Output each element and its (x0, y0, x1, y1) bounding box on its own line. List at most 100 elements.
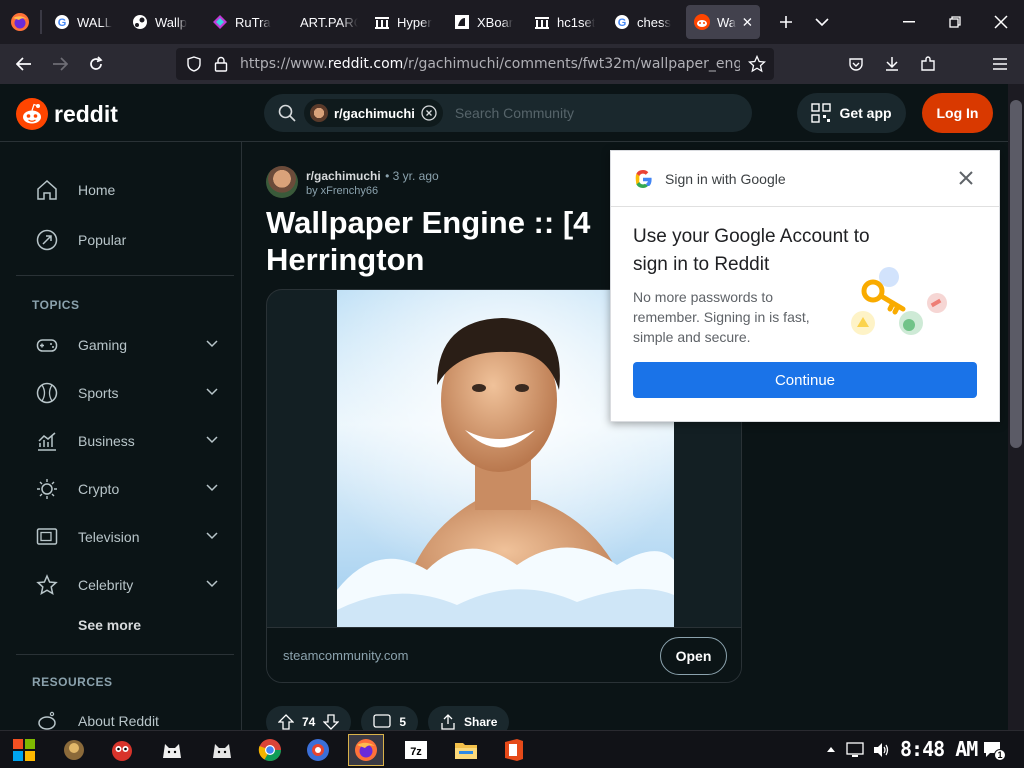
list-tabs-button[interactable] (804, 6, 840, 38)
steam-icon (133, 15, 147, 29)
library-icon (535, 17, 549, 29)
sidebar-divider (16, 654, 234, 655)
svg-text:G: G (58, 17, 67, 29)
home-icon (37, 179, 57, 200)
chevron-down-icon[interactable] (206, 388, 218, 396)
chevron-down-icon[interactable] (206, 436, 218, 444)
taskbar-app-firefox[interactable] (348, 734, 384, 766)
upvote-icon[interactable] (278, 714, 294, 730)
library-icon (375, 17, 389, 29)
reddit-icon (694, 14, 710, 30)
back-button[interactable] (6, 48, 42, 80)
volume-icon[interactable] (872, 741, 890, 759)
network-icon[interactable] (846, 741, 864, 759)
sidebar-item-home[interactable]: Home (36, 179, 115, 201)
link-domain[interactable]: steamcommunity.com (283, 648, 408, 663)
search-bar[interactable]: r/gachimuchi Search Community (264, 94, 752, 132)
lock-icon[interactable] (214, 56, 228, 72)
minimize-button[interactable] (886, 0, 932, 44)
star-icon (36, 574, 58, 596)
tab-hyper[interactable]: Hyper (366, 0, 446, 44)
sidebar-item-about-reddit[interactable]: About Reddit (36, 710, 159, 730)
start-button[interactable] (6, 734, 42, 766)
taskbar-clock[interactable]: 8:48 AM (900, 737, 978, 761)
search-icon (278, 104, 296, 122)
forward-button[interactable] (42, 48, 78, 80)
sidebar-item-sports[interactable]: Sports (36, 382, 118, 404)
tab-xboard[interactable]: XBoar (446, 0, 526, 44)
subreddit-search-chip[interactable]: r/gachimuchi (304, 99, 443, 127)
see-more-link[interactable]: See more (78, 617, 141, 633)
reddit-logo[interactable]: reddit (16, 98, 118, 130)
post-author[interactable]: by xFrenchy66 (306, 185, 439, 197)
action-center-button[interactable]: 1 (982, 739, 1006, 761)
close-icon[interactable] (957, 169, 975, 187)
game-app-icon (64, 740, 84, 760)
taskbar-app-browser[interactable] (300, 734, 336, 766)
browser-tab-bar: G WALL Wallp RuTra ART.PARC Hyper XBoar … (0, 0, 1024, 44)
tab-artparc[interactable]: ART.PARC (286, 0, 366, 44)
tab-wall[interactable]: G WALL (46, 0, 124, 44)
key-illustration-icon (851, 267, 947, 335)
login-button[interactable]: Log In (922, 93, 993, 133)
taskbar-app-red[interactable] (104, 734, 140, 766)
sidebar-item-business[interactable]: Business (36, 430, 135, 452)
svg-text:7z: 7z (410, 746, 422, 758)
url-bar[interactable]: https://www.reddit.com/r/gachimuchi/comm… (176, 48, 774, 80)
tab-hc1set[interactable]: hc1set (526, 0, 606, 44)
sidebar-item-gaming[interactable]: Gaming (36, 334, 127, 356)
downvote-icon[interactable] (323, 714, 340, 730)
reddit-alien-icon (16, 98, 48, 130)
taskbar-app-game[interactable] (56, 734, 92, 766)
firefox-menu-icon[interactable] (0, 0, 40, 44)
tray-expand-icon[interactable] (826, 745, 836, 753)
close-tab-icon[interactable] (743, 17, 752, 27)
extensions-button[interactable] (910, 48, 946, 80)
new-tab-button[interactable] (768, 6, 804, 38)
pocket-button[interactable] (838, 48, 874, 80)
tab-wallpaper[interactable]: Wallp (124, 0, 204, 44)
url-text[interactable]: https://www.reddit.com/r/gachimuchi/comm… (240, 56, 740, 72)
browser-icon (307, 739, 329, 761)
taskbar-app-cat2[interactable] (204, 734, 240, 766)
close-window-button[interactable] (978, 0, 1024, 44)
scrollbar-thumb[interactable] (1010, 100, 1022, 448)
subreddit-link[interactable]: r/gachimuchi (306, 169, 381, 183)
arrow-left-icon (16, 57, 31, 71)
subreddit-avatar (310, 104, 328, 122)
continue-button[interactable]: Continue (633, 362, 977, 398)
tab-label: hc1set (557, 14, 596, 30)
search-input[interactable]: Search Community (455, 105, 574, 121)
reddit-wordmark: reddit (54, 100, 118, 127)
chevron-down-icon (815, 18, 829, 27)
downloads-button[interactable] (874, 48, 910, 80)
bookmark-star-icon[interactable] (748, 55, 766, 73)
open-link-button[interactable]: Open (660, 637, 727, 675)
taskbar-app-office[interactable] (496, 734, 532, 766)
chevron-down-icon[interactable] (206, 532, 218, 540)
sidebar-item-popular[interactable]: Popular (36, 229, 126, 251)
tab-rutracker[interactable]: RuTra (204, 0, 286, 44)
get-app-button[interactable]: Get app (797, 93, 906, 133)
sidebar-item-celebrity[interactable]: Celebrity (36, 574, 133, 596)
tab-label: chess (637, 14, 671, 30)
reload-button[interactable] (78, 48, 114, 80)
taskbar-app-chrome[interactable] (252, 734, 288, 766)
firefox-icon (355, 739, 377, 761)
chevron-down-icon[interactable] (206, 580, 218, 588)
sidebar-item-crypto[interactable]: Crypto (36, 478, 119, 500)
shield-icon[interactable] (186, 56, 202, 72)
sidebar-item-television[interactable]: Television (36, 526, 139, 548)
topics-heading: TOPICS (32, 298, 80, 312)
subreddit-avatar[interactable] (266, 166, 298, 198)
app-menu-button[interactable] (982, 48, 1018, 80)
taskbar-app-cat1[interactable] (154, 734, 190, 766)
clear-chip-icon[interactable] (421, 105, 437, 121)
restore-button[interactable] (932, 0, 978, 44)
taskbar-app-explorer[interactable] (448, 734, 484, 766)
chevron-down-icon[interactable] (206, 340, 218, 348)
chevron-down-icon[interactable] (206, 484, 218, 492)
tab-reddit-active[interactable]: Wal (686, 5, 760, 39)
taskbar-app-7zip[interactable]: 7z (398, 734, 434, 766)
tab-chess[interactable]: G chess (606, 0, 684, 44)
